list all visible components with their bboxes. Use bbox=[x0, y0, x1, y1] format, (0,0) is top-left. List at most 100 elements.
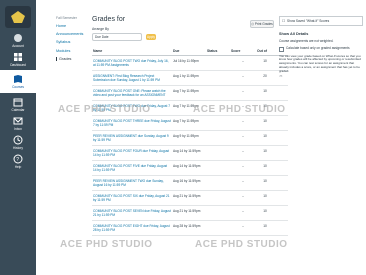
due-date: Aug 14 by 11:59pm bbox=[172, 145, 206, 161]
score: -- bbox=[230, 85, 256, 101]
score: -- bbox=[230, 205, 256, 221]
history-icon bbox=[11, 134, 25, 146]
due-date: Aug 7 by 11:59pm bbox=[172, 85, 206, 101]
nav-account[interactable]: Account bbox=[0, 32, 36, 48]
watermark: ACE PHD STUDIO bbox=[58, 104, 151, 115]
comment-icon[interactable] bbox=[274, 205, 288, 221]
assignment-name-link[interactable]: COMMUNITY BLOG POST THREE due Friday, Au… bbox=[92, 115, 172, 131]
status bbox=[206, 160, 230, 176]
grade-row: ASSIGNMENT: First Blog Research Project … bbox=[92, 70, 288, 86]
assignment-name-link[interactable]: COMMUNITY BLOG POST FOUR due Friday, Aug… bbox=[92, 145, 172, 161]
what-if-checkbox[interactable]: ☐ bbox=[282, 19, 285, 23]
assignment-name-link[interactable]: COMMUNITY BLOG POST TWO due Friday, July… bbox=[92, 55, 172, 71]
comment-icon[interactable] bbox=[274, 220, 288, 236]
due-date: Aug 14 by 11:59pm bbox=[172, 160, 206, 176]
course-nav-modules[interactable]: Modules bbox=[56, 49, 86, 53]
points-possible: 10 bbox=[256, 160, 274, 176]
nav-dashboard-label: Dashboard bbox=[10, 63, 26, 68]
status bbox=[206, 205, 230, 221]
nav-help[interactable]: ? Help bbox=[0, 153, 36, 169]
status bbox=[206, 85, 230, 101]
grades-header-row: Name Due Status Score Out of bbox=[92, 47, 288, 56]
status bbox=[206, 175, 230, 191]
course-nav-home[interactable]: Home bbox=[56, 24, 86, 28]
grade-row: COMMUNITY BLOG POST SIX due Friday, Augu… bbox=[92, 190, 288, 206]
assignment-name-link[interactable]: COMMUNITY BLOG POST SIX due Friday, Augu… bbox=[92, 190, 172, 206]
points-possible: 10 bbox=[256, 220, 274, 236]
header-due[interactable]: Due bbox=[172, 47, 206, 56]
header-status[interactable]: Status bbox=[206, 47, 230, 56]
comment-icon[interactable] bbox=[274, 115, 288, 131]
assignment-name-link[interactable]: COMMUNITY BLOG POST EIGHT due Friday, Au… bbox=[92, 220, 172, 236]
comment-icon[interactable] bbox=[274, 160, 288, 176]
points-possible: 10 bbox=[256, 115, 274, 131]
calculate-graded-only[interactable]: Calculate based only on graded assignmen… bbox=[279, 46, 363, 52]
points-possible: 10 bbox=[256, 145, 274, 161]
score: -- bbox=[230, 145, 256, 161]
comment-icon[interactable] bbox=[274, 85, 288, 101]
score: -- bbox=[230, 220, 256, 236]
due-date: Aug 21 by 11:59pm bbox=[172, 205, 206, 221]
nav-dashboard[interactable]: Dashboard bbox=[0, 51, 36, 67]
due-date: Aug 16 by 11:59pm bbox=[172, 175, 206, 191]
watermark: ACE PHD STUDIO bbox=[193, 104, 286, 115]
assignment-name-link[interactable]: COMMUNITY BLOG POST FIVE due Friday, Aug… bbox=[92, 160, 172, 176]
assignment-name-link[interactable]: COMMUNITY BLOG POST SEVEN due Friday, Au… bbox=[92, 205, 172, 221]
apply-button[interactable]: Apply bbox=[146, 34, 156, 40]
header-name[interactable]: Name bbox=[92, 47, 172, 56]
dashboard-icon bbox=[11, 51, 25, 63]
assignment-name-link[interactable]: COMMUNITY BLOG POST ONE: Please watch th… bbox=[92, 85, 172, 101]
points-possible: 10 bbox=[256, 55, 274, 71]
graded-only-checkbox[interactable] bbox=[279, 46, 284, 52]
nav-calendar-label: Calendar bbox=[11, 107, 25, 112]
comment-icon[interactable] bbox=[274, 145, 288, 161]
grade-row: PEER REVIEW ASSIGNMENT due Sunday, Augus… bbox=[92, 130, 288, 146]
grade-row: COMMUNITY BLOG POST EIGHT due Friday, Au… bbox=[92, 220, 288, 236]
watermark: ACE PHD STUDIO bbox=[60, 239, 153, 250]
due-date: Aug 9 by 11:59pm bbox=[172, 130, 206, 146]
nav-inbox[interactable]: Inbox bbox=[0, 115, 36, 131]
nav-courses[interactable]: Courses bbox=[0, 70, 36, 93]
what-if-description: You can view your grade based on What-If… bbox=[279, 53, 361, 74]
assignment-name-link[interactable]: PEER REVIEW ASSIGNMENT TWO due Sunday, A… bbox=[92, 175, 172, 191]
arrange-by-select[interactable]: Due Date bbox=[92, 33, 142, 41]
assignment-name-link[interactable]: PEER REVIEW ASSIGNMENT due Sunday, Augus… bbox=[92, 130, 172, 146]
page-title: Grades for bbox=[92, 16, 126, 23]
status bbox=[206, 145, 230, 161]
what-if-toggle[interactable]: ☐ Show Saved "What-If" Scores bbox=[279, 16, 363, 26]
grade-row: COMMUNITY BLOG POST TWO due Friday, July… bbox=[92, 55, 288, 71]
show-all-details-link[interactable]: Show All Details bbox=[279, 32, 363, 36]
weighting-note: Course assignments are not weighted. bbox=[279, 39, 334, 43]
global-nav: Account Dashboard Courses Calendar Inbox… bbox=[0, 0, 36, 275]
course-nav-announcements[interactable]: Announcements bbox=[56, 32, 86, 36]
comment-icon[interactable] bbox=[274, 130, 288, 146]
header-score[interactable]: Score bbox=[230, 47, 256, 56]
nav-calendar[interactable]: Calendar bbox=[0, 96, 36, 112]
score: -- bbox=[230, 55, 256, 71]
grade-row: COMMUNITY BLOG POST SEVEN due Friday, Au… bbox=[92, 205, 288, 221]
assignment-name-link[interactable]: ASSIGNMENT: First Blog Research Project … bbox=[92, 70, 172, 86]
course-nav-syllabus[interactable]: Syllabus bbox=[56, 40, 86, 44]
nav-courses-label: Courses bbox=[12, 85, 24, 90]
grades-table: Name Due Status Score Out of COMMUNITY B… bbox=[92, 47, 288, 236]
nav-account-label: Account bbox=[12, 44, 24, 48]
status bbox=[206, 220, 230, 236]
account-icon bbox=[11, 32, 25, 44]
course-nav-grades[interactable]: Grades bbox=[56, 56, 86, 61]
arrange-by-label: Arrange By bbox=[92, 27, 109, 31]
grade-row: COMMUNITY BLOG POST FOUR due Friday, Aug… bbox=[92, 145, 288, 161]
institution-logo[interactable] bbox=[5, 6, 31, 28]
due-date: Aug 21 by 11:59pm bbox=[172, 190, 206, 206]
points-possible: 10 bbox=[256, 175, 274, 191]
points-possible: 20 bbox=[256, 70, 274, 86]
watermark: ACE PHD STUDIO bbox=[195, 239, 288, 250]
header-out-of[interactable]: Out of bbox=[256, 47, 274, 56]
status bbox=[206, 190, 230, 206]
grade-row: COMMUNITY BLOG POST THREE due Friday, Au… bbox=[92, 115, 288, 131]
grade-row: PEER REVIEW ASSIGNMENT TWO due Sunday, A… bbox=[92, 175, 288, 191]
arrange-by-value: Due Date bbox=[95, 35, 109, 39]
comment-icon[interactable] bbox=[274, 190, 288, 206]
nav-history[interactable]: History bbox=[0, 134, 36, 150]
due-date: Jul 16 by 11:59pm bbox=[172, 55, 206, 71]
comment-icon[interactable] bbox=[274, 175, 288, 191]
